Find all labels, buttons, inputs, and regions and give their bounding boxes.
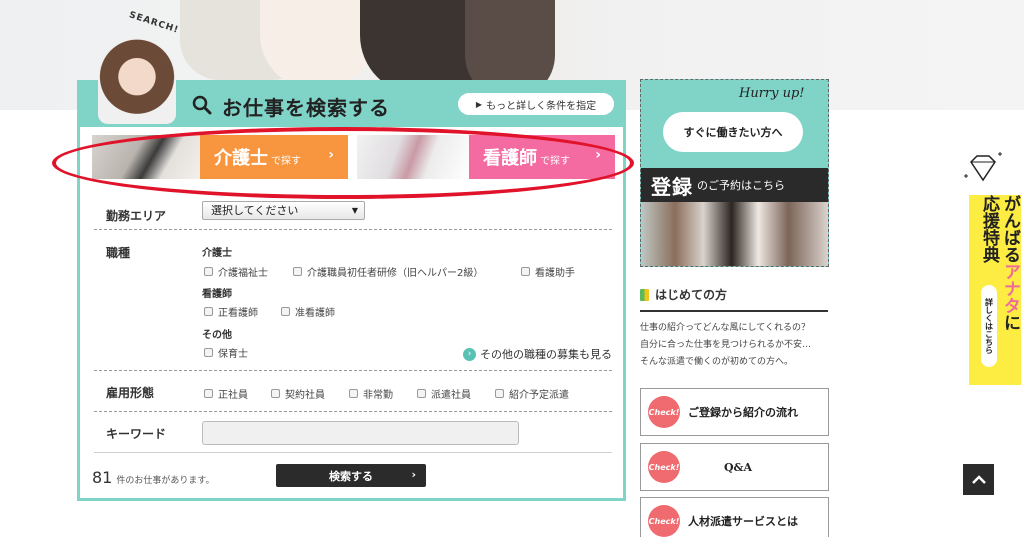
keyword-row: キーワード bbox=[94, 412, 612, 453]
group-title-kaigo: 介護士 bbox=[202, 248, 232, 259]
area-row: 勤務エリア 選択してください ▼ bbox=[94, 198, 612, 230]
checkbox-keiyaku-shain[interactable]: 契約社員 bbox=[271, 386, 325, 401]
group-title-kango: 看護師 bbox=[202, 289, 232, 300]
kaigo-suffix: で探す bbox=[271, 155, 301, 167]
checkbox-hoikushi[interactable]: 保育士 bbox=[204, 345, 248, 360]
flow-link-label: ご登録から紹介の流れ bbox=[688, 406, 798, 419]
kango-label: 看護師 bbox=[483, 148, 537, 169]
job-count: 81 件のお仕事があります。 bbox=[92, 468, 214, 487]
checkbox-shokai-yotei-haken[interactable]: 紹介予定派遣 bbox=[495, 386, 569, 401]
banner-strip-small: のご予約はこちら bbox=[697, 179, 785, 192]
job-search-panel: お仕事を検索する ▶ もっと詳しく条件を指定 介護士 で探す › 看護師 で探す… bbox=[77, 80, 626, 501]
area-select[interactable]: 選択してください ▼ bbox=[202, 201, 365, 220]
checkbox-haken-shain[interactable]: 派遣社員 bbox=[417, 386, 471, 401]
kango-suffix: で探す bbox=[540, 155, 570, 167]
panel-title: お仕事を検索する bbox=[222, 96, 390, 120]
support-benefit-more: 詳しくはこちら bbox=[981, 285, 997, 367]
checkbox-jun-kangoshi[interactable]: 准看護師 bbox=[281, 304, 335, 319]
job-type-label: 職種 bbox=[106, 246, 131, 260]
banner-strip-big: 登録 bbox=[651, 174, 693, 199]
first-time-description: 仕事の紹介ってどんな風にしてくれるの？ 自分に合った仕事を見つけられるか不安… … bbox=[640, 323, 812, 367]
checkbox-hijokin[interactable]: 非常勤 bbox=[349, 386, 393, 401]
banner-photos bbox=[641, 202, 828, 266]
other-jobs-link[interactable]: › その他の職種の募集も見る bbox=[463, 346, 612, 362]
chevron-right-icon: › bbox=[595, 147, 601, 163]
more-conditions-label: もっと詳しく条件を指定 bbox=[486, 100, 597, 112]
diamond-icon bbox=[964, 152, 1002, 182]
chevron-right-icon: › bbox=[463, 347, 476, 361]
checkbox-sei-kangoshi[interactable]: 正看護師 bbox=[204, 304, 258, 319]
kango-image bbox=[357, 135, 469, 179]
area-select-value: 選択してください bbox=[211, 204, 299, 217]
search-button[interactable]: 検索する › bbox=[276, 464, 426, 487]
first-time-title: はじめての方 bbox=[655, 288, 728, 302]
job-count-number: 81 bbox=[92, 468, 113, 487]
qa-link[interactable]: Check! Q&A bbox=[640, 443, 829, 491]
haken-service-link[interactable]: Check! 人材派遣サービスとは bbox=[640, 497, 829, 537]
first-time-heading: はじめての方 bbox=[640, 286, 727, 303]
qa-link-label: Q&A bbox=[723, 460, 753, 474]
avatar bbox=[98, 38, 176, 124]
kaigo-image bbox=[92, 135, 200, 179]
search-icon bbox=[192, 95, 212, 115]
checkbox-kango-joshu[interactable]: 看護助手 bbox=[521, 264, 575, 279]
search-kaigo-button[interactable]: 介護士 で探す › bbox=[92, 135, 348, 179]
haken-service-link-label: 人材派遣サービスとは bbox=[688, 515, 798, 528]
back-to-top-button[interactable] bbox=[963, 464, 994, 495]
chevron-right-icon: › bbox=[328, 147, 334, 163]
search-button-label: 検索する bbox=[329, 469, 373, 483]
check-badge: Check! bbox=[648, 451, 680, 483]
keyword-label: キーワード bbox=[106, 427, 167, 441]
play-icon: ▶ bbox=[475, 99, 483, 109]
job-count-suffix: 件のお仕事があります。 bbox=[116, 476, 215, 486]
checkbox-shoninsha-kenshu[interactable]: 介護職員初任者研修（旧ヘルパー2級） bbox=[293, 264, 483, 279]
check-badge: Check! bbox=[648, 396, 680, 428]
beginner-mark-icon bbox=[640, 288, 649, 301]
employment-row: 雇用形態 正社員 契約社員 非常勤 派遣社員 紹介予定派遣 bbox=[94, 371, 612, 412]
more-conditions-button[interactable]: ▶ もっと詳しく条件を指定 bbox=[458, 93, 614, 115]
divider bbox=[640, 310, 828, 312]
category-row: 介護士 で探す › 看護師 で探す › bbox=[92, 135, 615, 179]
chevron-right-icon: › bbox=[411, 468, 416, 481]
search-kango-button[interactable]: 看護師 で探す › bbox=[357, 135, 615, 179]
kaigo-label: 介護士 bbox=[214, 148, 268, 169]
keyword-input[interactable] bbox=[202, 421, 519, 445]
area-label: 勤務エリア bbox=[106, 209, 167, 223]
checkbox-seishain[interactable]: 正社員 bbox=[204, 386, 248, 401]
speech-bubble: すぐに働きたい方へ bbox=[663, 112, 803, 152]
job-type-row: 職種 介護士 介護福祉士 介護職員初任者研修（旧ヘルパー2級） 看護助手 看護師… bbox=[94, 230, 612, 371]
hurry-up-text: Hurry up! bbox=[739, 86, 805, 101]
flow-link[interactable]: Check! ご登録から紹介の流れ bbox=[640, 388, 829, 436]
group-title-other: その他 bbox=[202, 330, 232, 341]
chevron-up-icon bbox=[971, 474, 986, 484]
caret-down-icon: ▼ bbox=[351, 206, 358, 215]
registration-banner[interactable]: Hurry up! すぐに働きたい方へ 登録 のご予約はこちら bbox=[640, 79, 829, 267]
employment-label: 雇用形態 bbox=[106, 386, 155, 400]
checkbox-kaigo-fukushishi[interactable]: 介護福祉士 bbox=[204, 264, 268, 279]
banner-strip: 登録 のご予約はこちら bbox=[641, 168, 828, 202]
support-benefit-banner[interactable]: がんばるアナタに 応援特典 詳しくはこちら bbox=[969, 195, 1021, 385]
check-badge: Check! bbox=[648, 505, 680, 537]
